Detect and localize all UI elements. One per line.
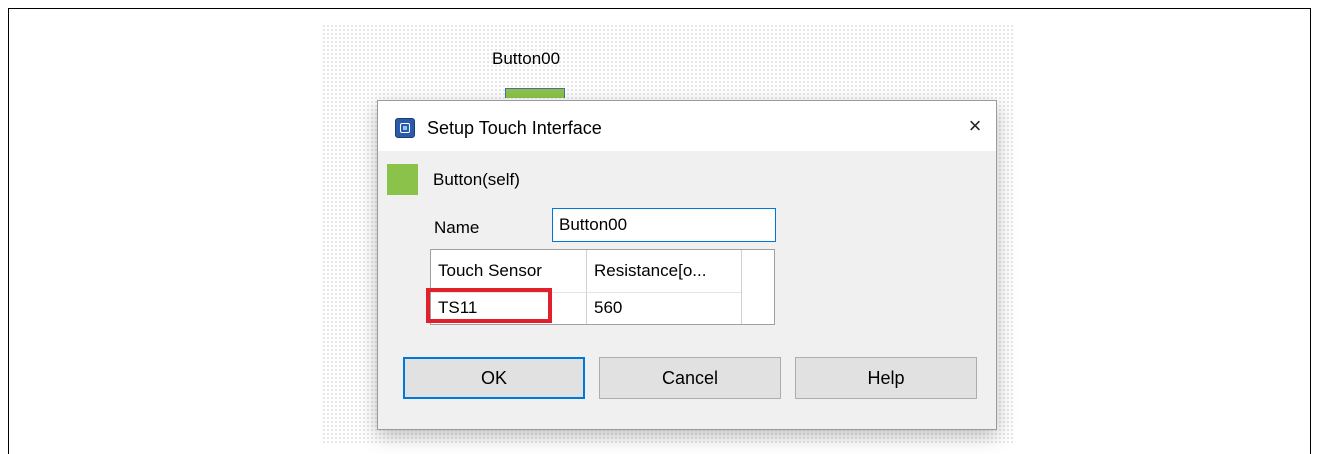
renesas-app-icon [395,118,415,138]
column-header-resistance[interactable]: Resistance[o... [587,250,742,292]
name-field[interactable] [552,208,776,242]
column-header-touch-sensor[interactable]: Touch Sensor [431,250,586,292]
close-icon[interactable]: × [960,111,990,141]
annotation-highlight-box [426,288,552,323]
setup-touch-interface-dialog: Setup Touch Interface × Button(self) Nam… [377,100,997,430]
canvas-widget-label: Button00 [492,49,561,68]
selected-item-label: Button(self) [433,170,520,189]
selected-item-color-swatch [387,164,418,195]
cell-resistance[interactable]: 560 [587,292,742,324]
name-label: Name [434,218,480,237]
dialog-title: Setup Touch Interface [427,118,602,138]
ok-button[interactable]: OK [403,357,585,399]
cancel-button[interactable]: Cancel [599,357,781,399]
canvas-button-widget[interactable] [505,88,565,98]
dialog-titlebar[interactable]: Setup Touch Interface × [378,101,996,151]
help-button[interactable]: Help [795,357,977,399]
